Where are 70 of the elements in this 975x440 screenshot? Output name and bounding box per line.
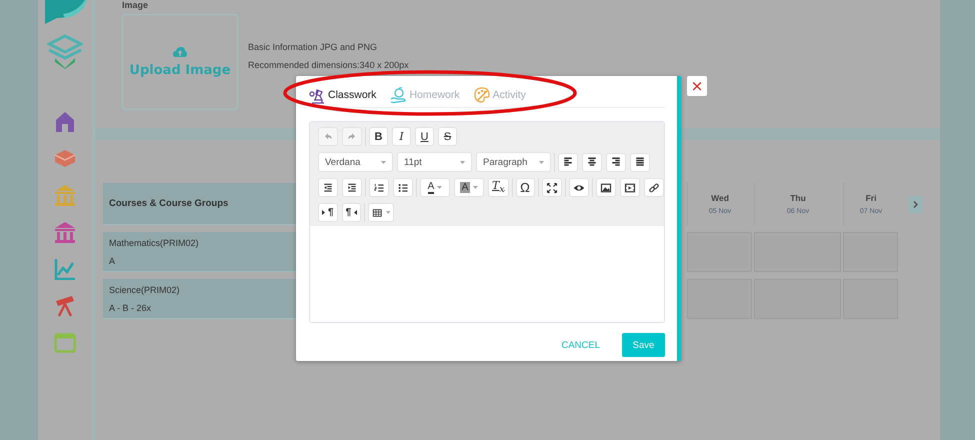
caret-icon	[386, 211, 390, 214]
outdent-icon	[322, 182, 334, 194]
telescope-icon[interactable]	[54, 295, 76, 317]
day-name: Wed	[711, 193, 729, 203]
underline-button[interactable]: U	[415, 127, 434, 146]
caret-icon	[539, 160, 544, 164]
image-icon	[600, 182, 612, 194]
align-center-icon	[586, 156, 598, 168]
insert-link-button[interactable]	[644, 178, 664, 197]
caret-icon	[473, 186, 478, 189]
dropdown[interactable]: 11pt	[397, 152, 472, 172]
fullscreen-button[interactable]	[542, 178, 562, 197]
section-label: Image	[122, 0, 148, 10]
column-header: Courses & Course Groups	[109, 198, 230, 209]
course-groups: A	[109, 256, 300, 266]
info-text: Recommended dimensions:340 x 200px	[248, 60, 409, 70]
align-right-icon	[610, 156, 622, 168]
direction-arrow-icon	[354, 210, 358, 215]
align-left-button[interactable]	[558, 152, 578, 172]
indent-button[interactable]	[342, 178, 362, 197]
fullscreen-icon	[546, 182, 558, 194]
align-left-icon	[562, 156, 574, 168]
align-center-button[interactable]	[582, 152, 602, 172]
table-button[interactable]	[368, 203, 394, 222]
italic-button[interactable]: I	[392, 127, 411, 146]
tab[interactable]: Classwork	[309, 86, 376, 104]
bold-button[interactable]: B	[369, 127, 388, 146]
align-right-button[interactable]	[606, 152, 626, 172]
insert-video-button[interactable]	[620, 178, 640, 197]
text-editor[interactable]: B I U S Verdana 11pt Paragraph A A T$_{x}$ Ω ¶ ¶	[309, 121, 665, 323]
bullet-list-button[interactable]	[393, 178, 413, 197]
dropdown[interactable]: Paragraph	[476, 152, 551, 172]
course-groups: A - B - 26x	[109, 302, 300, 312]
cloud-upload-icon	[173, 46, 187, 56]
preview-button[interactable]	[568, 178, 589, 197]
numbered-list-button[interactable]	[369, 178, 389, 197]
chevron-right-icon	[912, 200, 918, 208]
house-icon[interactable]	[54, 110, 76, 132]
outdent-button[interactable]	[318, 178, 338, 197]
course-name: Mathematics(PRIM02)	[109, 238, 200, 248]
info-text: Basic Information JPG and PNG	[248, 42, 378, 52]
course-name: Science(PRIM02)	[109, 284, 181, 294]
dropdown[interactable]: Verdana	[318, 152, 393, 172]
banner-drawing	[43, 0, 87, 24]
direction-arrow-icon	[322, 210, 325, 215]
align-justify-icon	[634, 156, 646, 168]
justify-button[interactable]	[630, 152, 650, 172]
right-to-left-button[interactable]: ¶	[342, 203, 362, 222]
day-name: Thu	[790, 193, 806, 203]
building-icon[interactable]	[54, 221, 76, 243]
link-icon	[648, 182, 660, 194]
special-character-button[interactable]: Ω	[516, 178, 535, 197]
highlight-color-button[interactable]: A	[454, 178, 484, 197]
day-name: Fri	[866, 193, 876, 203]
text-color-button[interactable]: A	[420, 178, 450, 197]
strikethrough-button[interactable]: S	[438, 127, 457, 146]
video-icon	[624, 182, 636, 194]
indent-icon	[346, 182, 358, 194]
numbered-list-icon	[373, 182, 385, 194]
clear-formatting-button[interactable]: T$_{x}$	[488, 178, 509, 197]
caret-icon	[437, 186, 442, 189]
close-button[interactable]: ×	[687, 76, 707, 96]
logo-icon	[47, 34, 83, 70]
caret-icon	[381, 160, 386, 164]
bullet-list-icon	[397, 182, 409, 194]
caret-icon	[460, 160, 465, 164]
left-to-right-button[interactable]: ¶	[318, 203, 338, 222]
table-icon	[372, 206, 383, 218]
next-week-button[interactable]	[908, 196, 922, 212]
insert-image-button[interactable]	[596, 178, 616, 197]
